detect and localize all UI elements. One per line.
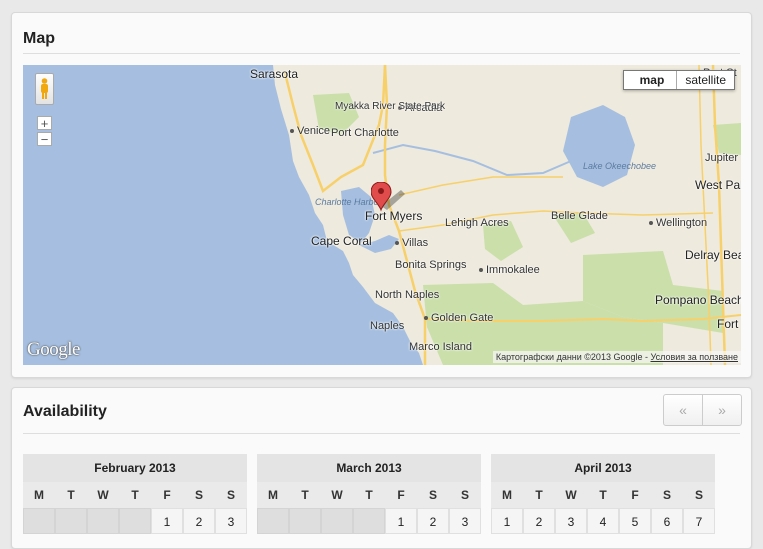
calendar-day[interactable]: 1 (491, 508, 523, 534)
label-myakka-park: Myakka River State Park (335, 101, 445, 112)
prev-month-button[interactable]: « (664, 395, 702, 425)
calendar-empty-cell (353, 508, 385, 534)
map-attribution: Картографски данни ©2013 Google - Услови… (492, 351, 741, 363)
calendar-day[interactable]: 3 (215, 508, 247, 534)
google-logo: Google (27, 339, 80, 360)
label-lake-okeechobee: Lake Okeechobee (583, 161, 657, 171)
calendar-month-title: February 2013 (23, 454, 247, 482)
calendar-month-title: March 2013 (257, 454, 481, 482)
calendar-empty-cell (119, 508, 151, 534)
terms-of-use-link[interactable]: Условия за ползване (650, 352, 738, 362)
weekday-header: T (353, 482, 385, 508)
label-lehigh-acres: Lehigh Acres (445, 217, 509, 229)
availability-divider (23, 433, 740, 434)
label-venice: Venice (290, 125, 330, 137)
calendar-april: April 2013 MTWTFSS1234567 (491, 454, 715, 534)
label-charlotte-harbor: Charlotte Harbor (315, 197, 382, 207)
weekday-header: S (183, 482, 215, 508)
availability-panel: Availability « » February 2013 MTWTFSS12… (11, 387, 752, 549)
calendar-day[interactable]: 1 (385, 508, 417, 534)
zoom-control: + − (37, 116, 52, 146)
weekday-header: S (417, 482, 449, 508)
calendar-february: February 2013 MTWTFSS123 (23, 454, 247, 534)
label-delray-beach: Delray Beach (685, 248, 741, 262)
attribution-text: Картографски данни ©2013 Google (495, 352, 643, 362)
label-west-palm-beach: West Palm Beach (695, 178, 741, 192)
weekday-header: F (385, 482, 417, 508)
map-type-satellite-button[interactable]: satellite (677, 71, 734, 89)
label-port-charlotte: Port Charlotte (331, 127, 399, 139)
map-type-map-button[interactable]: map (624, 71, 678, 89)
label-bonita-springs: Bonita Springs (395, 259, 467, 271)
map-canvas[interactable]: Sarasota Arcadia Myakka River State Park… (23, 65, 741, 365)
weekday-header: F (619, 482, 651, 508)
calendar-empty-cell (23, 508, 55, 534)
map-title: Map (23, 30, 55, 47)
calendar-grid: MTWTFSS1234567 (491, 482, 715, 534)
calendar-day[interactable]: 4 (587, 508, 619, 534)
calendar-day[interactable]: 1 (151, 508, 183, 534)
calendar-day[interactable]: 5 (619, 508, 651, 534)
title-divider (23, 53, 740, 54)
next-month-button[interactable]: » (702, 395, 741, 425)
calendar-month-title: April 2013 (491, 454, 715, 482)
zoom-out-button[interactable]: − (37, 132, 52, 146)
weekday-header: F (151, 482, 183, 508)
calendar-day[interactable]: 6 (651, 508, 683, 534)
map-type-control: map satellite (622, 70, 735, 90)
label-belle-glade: Belle Glade (551, 210, 608, 222)
label-naples: Naples (370, 320, 405, 332)
weekday-header: T (289, 482, 321, 508)
month-pager: « » (663, 394, 742, 426)
zoom-in-button[interactable]: + (37, 116, 52, 130)
map-marker-icon[interactable] (370, 181, 405, 217)
label-marco-island: Marco Island (409, 341, 472, 353)
weekday-header: S (449, 482, 481, 508)
calendar-empty-cell (55, 508, 87, 534)
calendar-grid: MTWTFSS123 (23, 482, 247, 534)
calendar-march: March 2013 MTWTFSS123 (257, 454, 481, 534)
map-panel: Map Sarasota Arcadia Venice Port Charlot… (11, 12, 752, 378)
label-villas: Villas (395, 237, 428, 249)
calendar-empty-cell (87, 508, 119, 534)
calendar-empty-cell (289, 508, 321, 534)
weekday-header: S (651, 482, 683, 508)
label-jupiter: Jupiter (705, 152, 739, 164)
label-wellington: Wellington (649, 217, 707, 229)
label-fort-lauderdale: Fort Lauderdale (717, 317, 741, 331)
weekday-header: W (87, 482, 119, 508)
weekday-header: T (119, 482, 151, 508)
calendar-empty-cell (257, 508, 289, 534)
weekday-header: T (587, 482, 619, 508)
weekday-header: M (23, 482, 55, 508)
label-north-naples: North Naples (375, 289, 440, 301)
calendar-day[interactable]: 2 (183, 508, 215, 534)
calendar-day[interactable]: 3 (555, 508, 587, 534)
weekday-header: W (321, 482, 353, 508)
label-immokalee: Immokalee (479, 264, 540, 276)
calendar-day[interactable]: 3 (449, 508, 481, 534)
weekday-header: M (491, 482, 523, 508)
street-view-pegman-icon[interactable] (35, 73, 54, 105)
calendar-grid: MTWTFSS123 (257, 482, 481, 534)
calendar-day[interactable]: 2 (523, 508, 555, 534)
calendar-empty-cell (321, 508, 353, 534)
calendar-day[interactable]: 2 (417, 508, 449, 534)
weekday-header: T (523, 482, 555, 508)
label-sarasota: Sarasota (250, 67, 299, 81)
label-cape-coral: Cape Coral (311, 234, 372, 248)
weekday-header: W (555, 482, 587, 508)
weekday-header: T (55, 482, 87, 508)
availability-title: Availability (23, 403, 107, 420)
weekday-header: M (257, 482, 289, 508)
weekday-header: S (215, 482, 247, 508)
weekday-header: S (683, 482, 715, 508)
label-golden-gate: Golden Gate (424, 312, 493, 324)
calendar-day[interactable]: 7 (683, 508, 715, 534)
label-pompano-beach: Pompano Beach (655, 293, 741, 307)
